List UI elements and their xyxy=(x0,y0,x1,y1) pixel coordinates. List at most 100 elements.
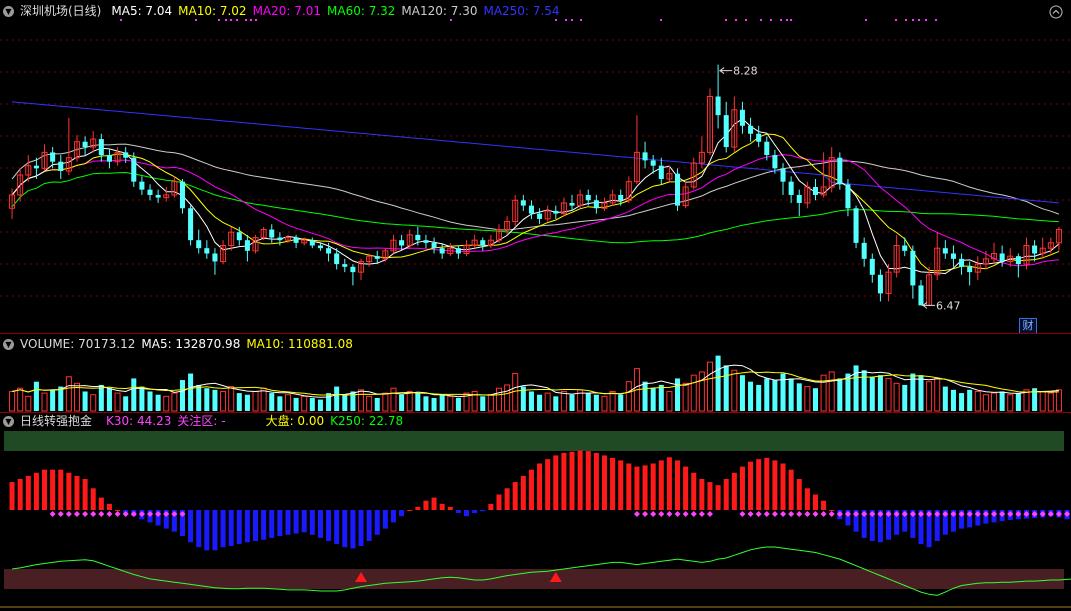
focus-zone-dot xyxy=(642,511,649,517)
k30-bar-positive xyxy=(545,459,551,510)
volume-bar-up xyxy=(1055,389,1062,412)
candle-down xyxy=(999,253,1005,262)
candle-down xyxy=(780,168,786,182)
candle-down xyxy=(796,194,802,203)
volume-collapse-icon[interactable]: ▼ xyxy=(3,339,14,350)
k30-bar-positive xyxy=(407,510,413,511)
signal-marker xyxy=(225,19,227,21)
k30-bar-negative xyxy=(480,510,486,512)
k250-label: K250: 22.78 xyxy=(330,414,404,428)
k30-bar-positive xyxy=(423,500,429,510)
volume-bar-up xyxy=(41,392,48,412)
market-label: 大盘: 0.00 xyxy=(265,414,325,428)
volume-bar-down xyxy=(334,386,340,411)
candle-down xyxy=(212,253,218,262)
ma250-label: MA250: 7.54 xyxy=(483,4,560,18)
collapse-toggle-icon[interactable]: ▼ xyxy=(3,6,14,17)
volume-bar-down xyxy=(33,381,39,411)
k30-bar-positive xyxy=(50,469,56,510)
candle-down xyxy=(739,109,745,126)
k30-bar-negative xyxy=(228,510,234,546)
focus-zone-dot xyxy=(706,511,713,517)
k30-bar-negative xyxy=(350,510,356,549)
candle-down xyxy=(423,240,429,243)
volume-panel[interactable]: ▼ VOLUME: 70173.12 MA5: 132870.98 MA10: 110… xyxy=(0,334,1071,412)
candle-down xyxy=(748,125,754,134)
focus-zone-dot xyxy=(820,511,827,517)
k30-bar-positive xyxy=(496,494,502,510)
price-panel[interactable]: ▼ 深圳机场(日线) MA5: 7.04 MA10: 7.02 MA20: 7.01 MA… xyxy=(0,0,1071,334)
volume-bar-down xyxy=(480,396,486,411)
ma10-line xyxy=(11,133,1060,272)
indicator-collapse-icon[interactable]: ▼ xyxy=(3,416,14,427)
signal-marker xyxy=(555,19,557,21)
candle-down xyxy=(317,245,323,249)
candle-down xyxy=(658,165,664,179)
k30-bar-positive xyxy=(618,460,624,510)
k30-bar-positive xyxy=(66,472,72,510)
volume-bar-up xyxy=(220,390,227,412)
candle-down xyxy=(50,152,56,162)
k30-bar-positive xyxy=(577,450,583,510)
ma5-label: MA5: 7.04 xyxy=(111,4,173,18)
focus-zone-dot xyxy=(804,511,811,517)
candle-down xyxy=(399,240,405,246)
volume-bar-up xyxy=(974,390,981,412)
focus-zone-dot xyxy=(796,511,803,517)
signal-marker xyxy=(450,19,452,21)
volume-bar-up xyxy=(804,386,811,412)
volume-bar-up xyxy=(560,390,567,412)
candle-down xyxy=(853,208,859,243)
volume-bar-down xyxy=(439,394,445,411)
k30-bar-negative xyxy=(220,510,226,548)
signal-marker xyxy=(780,19,782,21)
signal-marker xyxy=(255,19,257,21)
k30-bar-negative xyxy=(309,510,315,535)
k30-bar-positive xyxy=(601,455,607,510)
volume-bar-down xyxy=(593,394,599,411)
volume-bar-up xyxy=(252,390,259,412)
volume-bar-up xyxy=(1039,390,1046,412)
volume-bar-down xyxy=(196,384,202,411)
k30-bar-negative xyxy=(253,510,259,541)
k30-bar-negative xyxy=(277,510,283,537)
volume-bar-up xyxy=(260,387,267,412)
candle-down xyxy=(350,266,356,273)
k30-bar-positive xyxy=(658,460,664,510)
focus-zone-dot xyxy=(73,511,80,517)
volume-bar-up xyxy=(382,392,389,412)
volume-bar-down xyxy=(715,355,721,411)
candle-down xyxy=(106,155,112,162)
k30-bar-positive xyxy=(528,469,534,510)
k30-bar-negative xyxy=(269,510,275,538)
volume-ma5-label: MA5: 132870.98 xyxy=(141,337,241,351)
financial-report-icon[interactable]: 财 xyxy=(1019,318,1037,334)
focus-zone-dot xyxy=(57,511,64,517)
candle-down xyxy=(277,237,283,241)
candle-down xyxy=(439,248,445,254)
k30-bar-positive xyxy=(731,472,737,510)
candle-down xyxy=(1032,245,1038,254)
volume-bar-down xyxy=(50,389,56,411)
indicator-panel[interactable]: ▼ 日线转强抱金 K30: 44.23 关注区: - 大盘: 0.00 K250: 22.… xyxy=(0,413,1071,611)
signal-marker xyxy=(935,19,937,21)
candle-down xyxy=(967,266,973,273)
k30-bar-positive xyxy=(650,463,656,510)
volume-bar-up xyxy=(885,377,892,412)
candle-down xyxy=(642,152,648,161)
volume-bar-down xyxy=(942,386,948,411)
k30-bar-positive xyxy=(82,479,88,510)
volume-bar-up xyxy=(284,394,291,412)
k30-bar-positive xyxy=(537,463,543,510)
candle-down xyxy=(723,115,729,148)
indicator-chart[interactable] xyxy=(0,413,1071,611)
volume-bar-down xyxy=(723,365,729,411)
volume-bar-up xyxy=(366,395,373,412)
k30-bar-positive xyxy=(98,497,104,510)
k30-bar-positive xyxy=(796,479,802,510)
k30-bar-positive xyxy=(415,506,421,510)
volume-bar-up xyxy=(65,376,72,412)
candle-down xyxy=(756,133,762,142)
candlestick-chart[interactable]: 8.28 6.47 xyxy=(0,0,1071,333)
volume-bar-down xyxy=(675,378,681,411)
